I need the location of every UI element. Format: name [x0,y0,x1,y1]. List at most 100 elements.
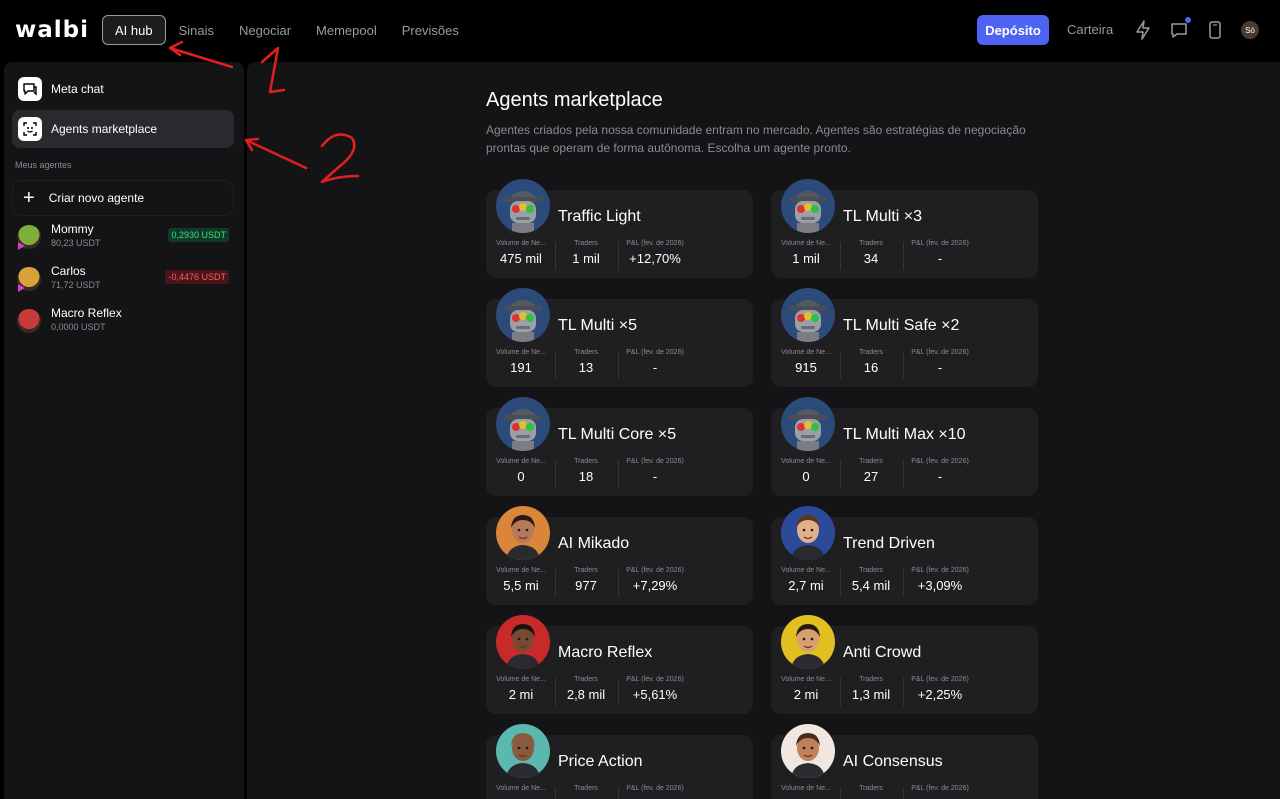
agent-title: Traffic Light [558,208,641,225]
stat-value: - [652,469,658,484]
stat-value: - [937,469,943,484]
main-content: Agents marketplace Agentes criados pela … [247,62,1280,799]
agent-avatar [496,724,550,778]
divider [840,460,841,488]
stat-volume: Volume de Ne... 2,7 mi [777,567,835,593]
stat-label: Volume de Ne... [496,676,546,683]
stat-label: P&L (fev. de 2026) [626,676,684,683]
create-agent-button[interactable]: + Criar novo agente [12,180,234,216]
stat-value: 0 [517,469,525,484]
divider [618,351,619,379]
divider [903,242,904,270]
agent-card[interactable]: TL Multi ×5 Volume de Ne... 191 Traders … [486,288,753,387]
stat-label: Traders [574,676,598,683]
plus-icon: + [23,187,35,209]
stat-label: Traders [574,240,598,247]
stat-label: P&L (fev. de 2026) [911,349,969,356]
stat-volume: Volume de Ne... 5,5 mi [492,567,550,593]
divider [840,678,841,706]
agent-card[interactable]: AI Mikado Volume de Ne... 5,5 mi Traders… [486,506,753,605]
stat-pnl: P&L (fev. de 2026) +7,29% [624,567,686,593]
stat-label: P&L (fev. de 2026) [626,567,684,574]
pnl-badge: 0,2930 USDT [168,228,229,242]
agent-card[interactable]: TL Multi Safe ×2 Volume de Ne... 915 Tra… [771,288,1038,387]
agent-title: TL Multi Core ×5 [558,426,677,443]
agent-card[interactable]: Anti Crowd Volume de Ne... 2 mi Traders … [771,615,1038,714]
stat-label: Traders [859,567,883,574]
stat-value: 2,7 mi [788,578,824,593]
agent-balance: 71,72 USDT [51,280,101,290]
stat-pnl: P&L (fev. de 2026) - [624,349,686,375]
stat-traders: Traders [845,785,897,796]
stat-label: Traders [574,349,598,356]
nav-ai-hub[interactable]: AI hub [102,15,166,45]
nav-negociar[interactable]: Negociar [227,15,303,45]
user-avatar[interactable]: Só [1241,21,1259,39]
robot-avatar-icon [496,179,550,233]
agent-title: Price Action [558,753,643,770]
stat-value: - [937,251,943,266]
agent-card[interactable]: Price Action Volume de Ne... Traders P&L… [486,724,753,799]
stat-volume: Volume de Ne... [492,785,550,796]
stat-label: P&L (fev. de 2026) [626,458,684,465]
divider [903,351,904,379]
stat-pnl: P&L (fev. de 2026) - [909,349,971,375]
my-agents-heading: Meus agentes [15,160,72,170]
agent-title: Macro Reflex [558,644,653,661]
agent-card[interactable]: TL Multi ×3 Volume de Ne... 1 mil Trader… [771,179,1038,278]
agent-card[interactable]: TL Multi Core ×5 Volume de Ne... 0 Trade… [486,397,753,496]
stat-traders: Traders 977 [560,567,612,593]
agent-card[interactable]: Trend Driven Volume de Ne... 2,7 mi Trad… [771,506,1038,605]
stat-value: +7,29% [632,578,678,593]
stat-label: Volume de Ne... [781,676,831,683]
my-agent-item[interactable]: Carlos 71,72 USDT -0,4476 USDT [17,262,229,296]
person-avatar-icon [496,506,550,560]
stat-value: 16 [863,360,879,375]
stat-traders: Traders 16 [845,349,897,375]
divider [840,569,841,597]
stat-pnl: P&L (fev. de 2026) +12,70% [624,240,686,266]
agent-card[interactable]: Macro Reflex Volume de Ne... 2 mi Trader… [486,615,753,714]
agent-balance: 80,23 USDT [51,238,101,248]
stat-label: P&L (fev. de 2026) [626,785,684,792]
stat-volume: Volume de Ne... 191 [492,349,550,375]
agent-avatar [496,615,550,669]
stat-value: 1,3 mil [851,687,891,702]
stat-pnl: P&L (fev. de 2026) +2,25% [909,676,971,702]
logo[interactable]: walbi [15,17,89,43]
agent-card[interactable]: Traffic Light Volume de Ne... 475 mil Tr… [486,179,753,278]
agent-title: Anti Crowd [843,644,922,661]
stat-label: Traders [859,458,883,465]
play-icon [18,242,25,250]
nav-sinais[interactable]: Sinais [167,15,226,45]
sidebar-item-agents-marketplace[interactable]: Agents marketplace [12,110,234,148]
person-avatar-icon [781,615,835,669]
stat-label: Traders [574,567,598,574]
agent-name: Carlos [51,264,86,278]
wallet-link[interactable]: Carteira [1067,22,1113,37]
stat-label: Volume de Ne... [496,567,546,574]
divider [618,569,619,597]
divider [903,787,904,799]
agent-avatar [17,309,41,333]
sidebar-item-meta-chat[interactable]: Meta chat [12,70,234,108]
divider [618,460,619,488]
stat-volume: Volume de Ne... 2 mi [777,676,835,702]
top-bar: walbi AI hub Sinais Negociar Memepool Pr… [0,0,1280,60]
agent-card[interactable]: TL Multi Max ×10 Volume de Ne... 0 Trade… [771,397,1038,496]
nav-previsoes[interactable]: Previsões [390,15,471,45]
agent-avatar [781,288,835,342]
nav-memepool[interactable]: Memepool [304,15,389,45]
my-agent-item[interactable]: Mommy 80,23 USDT 0,2930 USDT [17,220,229,254]
phone-icon[interactable] [1204,19,1226,41]
my-agent-item[interactable]: Macro Reflex 0,0000 USDT [17,304,229,338]
stat-value: 5,5 mi [503,578,539,593]
deposit-button[interactable]: Depósito [977,15,1049,45]
robot-avatar-icon [781,397,835,451]
lightning-icon[interactable] [1132,19,1154,41]
divider [618,678,619,706]
stat-traders: Traders 18 [560,458,612,484]
divider [903,460,904,488]
notification-dot [1185,17,1191,23]
agent-card[interactable]: AI Consensus Volume de Ne... Traders P&L… [771,724,1038,799]
